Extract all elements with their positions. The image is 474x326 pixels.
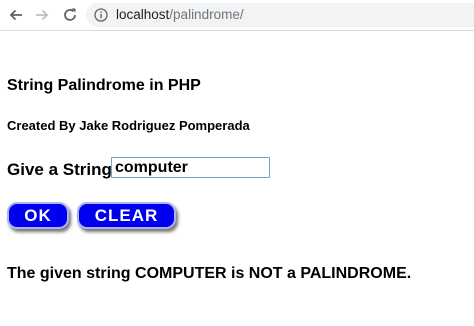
reload-icon xyxy=(64,8,76,21)
url-path: /palindrome/ xyxy=(169,7,244,22)
url-host: localhost xyxy=(116,7,170,22)
author-credit: Created By Jake Rodriguez Pomperada xyxy=(7,118,250,133)
clear-button[interactable]: CLEAR xyxy=(77,202,176,229)
ok-button[interactable]: OK xyxy=(7,202,69,229)
reload-button[interactable] xyxy=(59,4,81,26)
forward-button[interactable] xyxy=(31,4,53,26)
url-text: localhost/palindrome/ xyxy=(116,7,244,23)
address-bar[interactable]: localhost/palindrome/ xyxy=(86,3,474,27)
browser-toolbar: localhost/palindrome/ xyxy=(0,0,474,31)
result-message: The given string COMPUTER is NOT a PALIN… xyxy=(7,265,412,282)
string-input[interactable] xyxy=(111,157,270,178)
string-input-label: Give a String xyxy=(7,160,112,179)
back-button[interactable] xyxy=(5,4,27,26)
page-title: String Palindrome in PHP xyxy=(7,77,201,94)
arrow-left-icon xyxy=(9,9,22,21)
info-icon[interactable] xyxy=(94,8,108,22)
arrow-right-icon xyxy=(36,9,49,21)
